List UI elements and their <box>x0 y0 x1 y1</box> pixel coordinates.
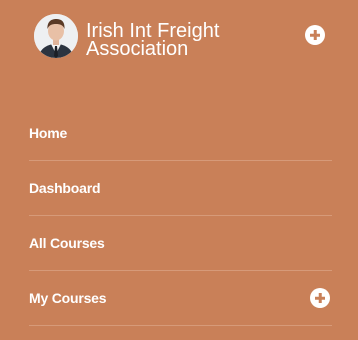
sidebar-item-my-courses[interactable]: My Courses <box>29 271 332 326</box>
sidebar-item-label: Dashboard <box>29 180 101 196</box>
sidebar-item-label: Home <box>29 125 68 141</box>
plus-circle-icon[interactable] <box>305 25 325 45</box>
plus-circle-icon[interactable] <box>310 288 330 308</box>
sidebar-item-label: All Courses <box>29 235 105 251</box>
sidebar-item-dashboard[interactable]: Dashboard <box>29 161 332 216</box>
avatar[interactable] <box>34 14 78 58</box>
organization-name[interactable]: Irish Int Freight Association <box>86 21 286 59</box>
sidebar-menu: Home Dashboard All Courses My Courses <box>29 106 332 326</box>
sidebar-item-all-courses[interactable]: All Courses <box>29 216 332 271</box>
user-avatar-icon <box>34 14 78 58</box>
sidebar-item-label: My Courses <box>29 290 107 306</box>
sidebar-item-home[interactable]: Home <box>29 106 332 161</box>
sidebar-header: Irish Int Freight Association <box>0 0 358 80</box>
